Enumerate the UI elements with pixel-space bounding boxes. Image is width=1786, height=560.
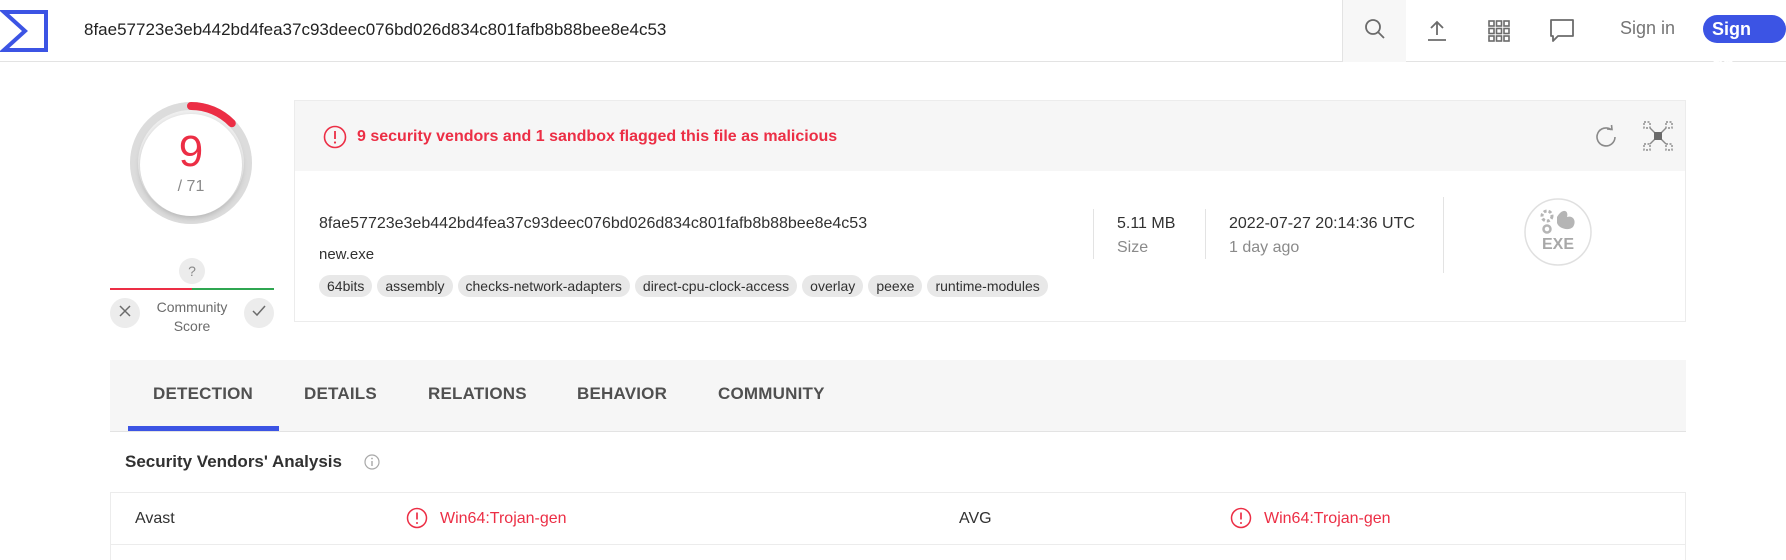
detection-count: 9	[178, 127, 204, 176]
section-title: Security Vendors' Analysis	[125, 452, 342, 471]
alert-icon	[406, 507, 428, 529]
close-icon	[119, 304, 131, 322]
tab-behavior[interactable]: BEHAVIOR	[577, 384, 667, 404]
last-analysis-relative: 1 day ago	[1229, 239, 1300, 256]
divider	[1205, 209, 1206, 259]
vendor-name: AVG	[959, 510, 992, 527]
upload-icon[interactable]	[1420, 14, 1454, 48]
vote-malicious-button[interactable]	[110, 298, 140, 328]
community-score-label-line2: Score	[173, 318, 211, 334]
detection-total: / 71	[177, 178, 205, 195]
tag-chip[interactable]: checks-network-adapters	[457, 275, 630, 297]
apps-grid-icon[interactable]	[1482, 14, 1516, 48]
file-size-value: 5.11 MB	[1117, 215, 1176, 232]
alert-banner: 9 security vendors and 1 sandbox flagged…	[295, 101, 1685, 171]
active-tab-indicator	[128, 426, 279, 431]
tag-chip[interactable]: runtime-modules	[927, 275, 1048, 297]
divider	[1443, 197, 1444, 273]
tab-bar: DETECTION DETAILS RELATIONS BEHAVIOR COM…	[110, 360, 1686, 432]
file-name: new.exe	[319, 246, 375, 263]
community-score-label-line1: Community	[156, 299, 228, 315]
vendor-table: Avast Win64:Trojan-gen AVG Win64:Trojan-…	[110, 492, 1686, 560]
community-score-label: Community Score	[148, 298, 236, 336]
tag-list: 64bits assembly checks-network-adapters dir…	[319, 275, 1048, 297]
last-analysis-date: 2022-07-27 20:14:36 UTC	[1229, 215, 1415, 232]
tag-chip[interactable]: peexe	[868, 275, 923, 297]
sign-in-link[interactable]: Sign in	[1620, 18, 1675, 39]
file-size-label: Size	[1117, 239, 1149, 256]
top-bar: Sign in Sign up	[0, 0, 1786, 67]
reanalyze-icon[interactable]	[1593, 124, 1619, 150]
tab-relations[interactable]: RELATIONS	[428, 384, 527, 404]
check-icon	[252, 304, 266, 322]
tag-chip[interactable]: overlay	[802, 275, 864, 297]
detection-result: Win64:Trojan-gen	[440, 510, 567, 527]
community-bar-positive	[192, 288, 274, 290]
tab-community[interactable]: COMMUNITY	[718, 384, 825, 404]
detection-result: Win64:Trojan-gen	[1264, 510, 1391, 527]
alert-text: 9 security vendors and 1 sandbox flagged…	[357, 128, 838, 145]
file-hash[interactable]: 8fae57723e3eb442bd4fea37c93deec076bd026d…	[319, 215, 867, 233]
tag-chip[interactable]: 64bits	[319, 275, 373, 297]
file-type-text: EXE	[1542, 236, 1574, 253]
info-icon[interactable]	[364, 454, 380, 470]
divider	[1093, 209, 1094, 259]
community-score-help-icon[interactable]: ?	[179, 258, 205, 284]
tab-details[interactable]: DETAILS	[304, 384, 377, 404]
community-bar-negative	[110, 288, 192, 290]
exe-file-type-icon: EXE	[1523, 197, 1593, 267]
chat-icon[interactable]	[1545, 14, 1579, 48]
tag-chip[interactable]: direct-cpu-clock-access	[634, 275, 798, 297]
virustotal-logo-icon[interactable]	[0, 8, 50, 54]
file-summary-card: 9 security vendors and 1 sandbox flagged…	[294, 100, 1686, 322]
tag-chip[interactable]: assembly	[377, 275, 453, 297]
sign-up-button[interactable]: Sign up	[1703, 15, 1786, 67]
vendor-name: Avast	[135, 510, 175, 527]
search-icon	[1364, 18, 1386, 45]
tab-detection[interactable]: DETECTION	[153, 384, 253, 404]
search-button[interactable]	[1342, 0, 1406, 62]
graph-view-icon[interactable]	[1643, 121, 1673, 151]
alert-icon	[323, 125, 347, 149]
vote-harmless-button[interactable]	[244, 298, 274, 328]
alert-icon	[1230, 507, 1252, 529]
search-input[interactable]	[84, 14, 1334, 46]
table-row: Avast Win64:Trojan-gen AVG Win64:Trojan-…	[111, 493, 1685, 545]
